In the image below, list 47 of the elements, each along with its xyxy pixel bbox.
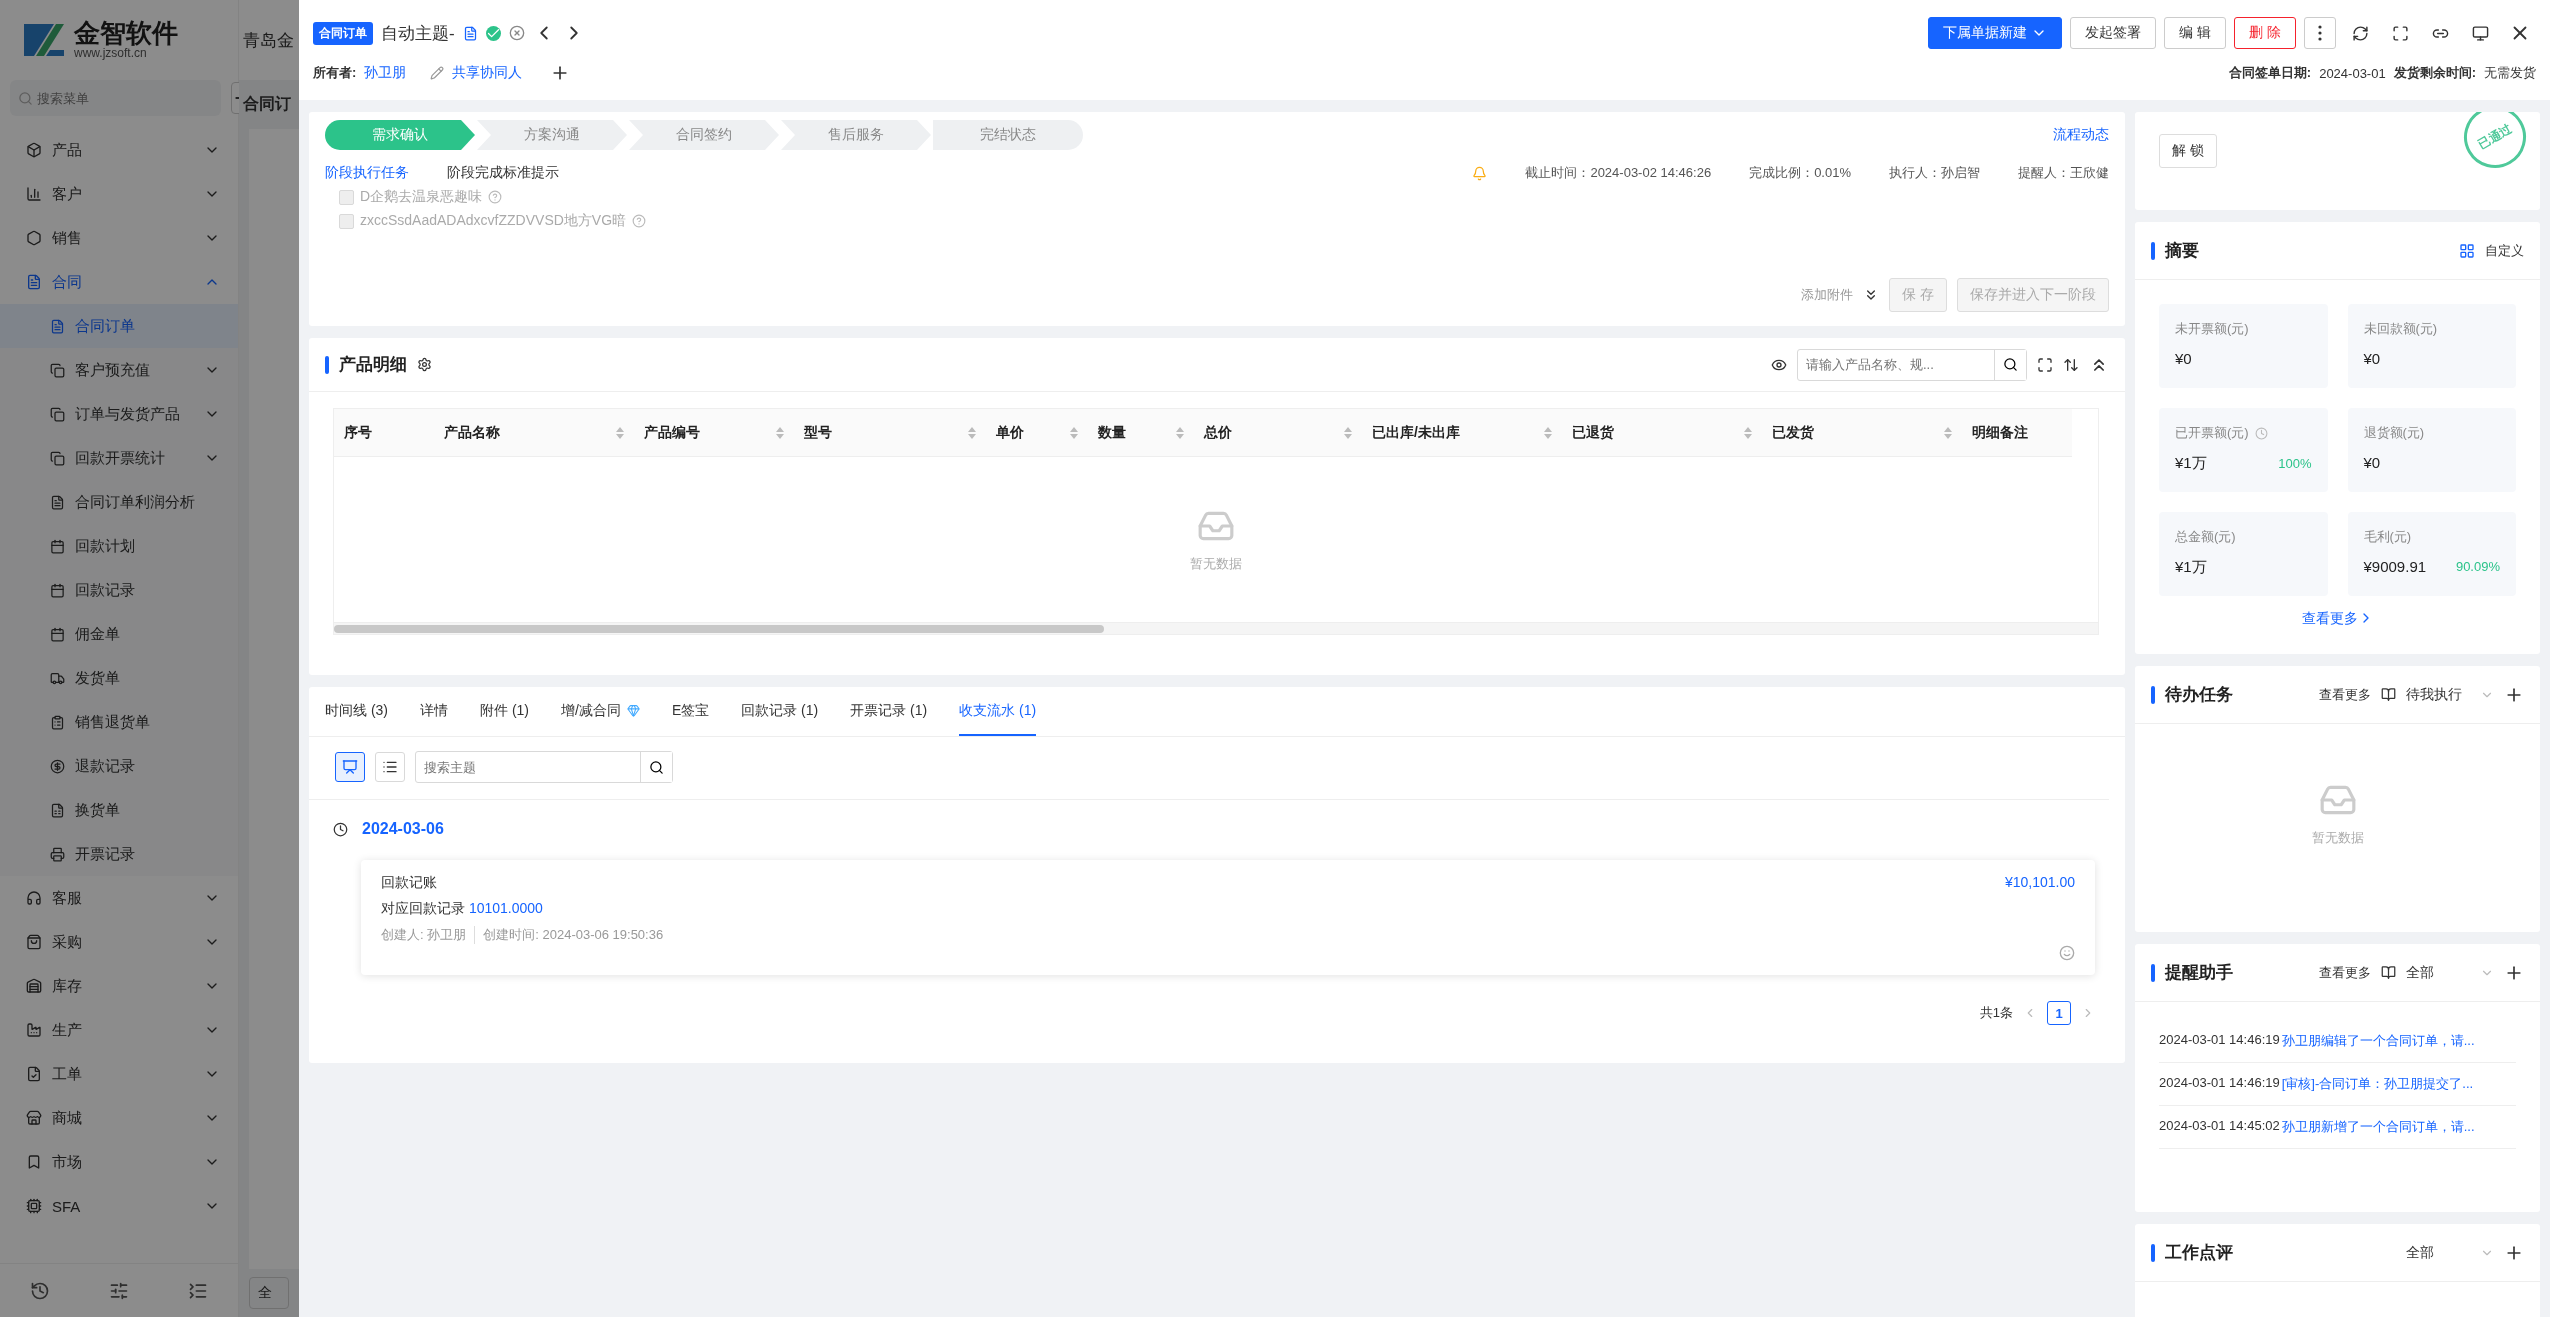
company-name: 青岛金 [243,29,294,52]
sign-date-label: 合同签单日期: [2228,64,2312,82]
card-title: 产品明细 [339,354,407,376]
summary-value: ¥1万 [2175,454,2207,473]
page-title: 合同订 [243,95,291,112]
card-title: 待办任务 [2165,684,2233,706]
summary-percent: 100% [2278,456,2312,471]
logo-url: www.jzsoft.cn [74,46,148,60]
empty-text: 暂无数据 [1190,554,1242,573]
summary-value: ¥0 [2363,454,2381,471]
summary-percent: 90.09% [2455,559,2500,574]
stage-info: 完成比例：0.01% [1749,164,1851,182]
card-title: 摘要 [2165,240,2199,262]
record-type-badge: 合同订单 [313,21,373,45]
remaining-label: 发货剩余时间: [2393,64,2476,82]
total-count: 共1条 [1979,1004,2013,1022]
empty-text: 暂无数据 [2311,829,2364,847]
stage-info: 提醒人：王欣健 [2018,164,2109,182]
card-title: 提醒助手 [2165,962,2233,984]
logo-name: 金智软件 [74,20,178,46]
stage-info: 截止时间：2024-03-02 14:46:26 [1525,164,1712,182]
summary-value: ¥1万 [2175,558,2207,577]
summary-value: ¥0 [2175,350,2192,367]
entry-link-label: 对应回款记录 [381,900,465,916]
task-label: zxccSsdAadADAdxcvfZZDVVSD地方VG暗 [360,212,627,230]
summary-label: 毛利(元) [2363,528,2412,546]
owner-label: 所有者: [313,64,357,82]
reminder-time: 2024-03-01 14:46:19 [2159,1075,2280,1092]
summary-value: ¥0 [2363,350,2381,367]
entry-created-time: 创建时间: 2024-03-06 19:50:36 [483,926,664,944]
summary-label: 未回款额(元) [2363,320,2438,338]
summary-value: ¥9009.91 [2363,558,2427,575]
entry-creator: 创建人: 孙卫朋 [381,926,467,944]
card-title: 工作点评 [2165,1242,2233,1264]
summary-label: 未开票额(元) [2175,320,2249,338]
stage-info: 执行人：孙启智 [1889,164,1980,182]
reminder-time: 2024-03-01 14:45:02 [2159,1118,2280,1135]
summary-label: 已开票额(元) [2175,424,2249,442]
timeline-date: 2024-03-06 [362,820,444,838]
entry-title: 回款记账 [381,874,438,892]
remaining-value: 无需发货 [2484,64,2536,82]
summary-label: 退货额(元) [2363,424,2425,442]
summary-label: 总金额(元) [2175,528,2236,546]
reminder-time: 2024-03-01 14:46:19 [2159,1032,2280,1049]
task-label: D企鹅去温泉恶趣味 [360,188,483,206]
record-title: 自动主题- [381,22,455,45]
sign-date: 2024-03-01 [2319,65,2386,81]
